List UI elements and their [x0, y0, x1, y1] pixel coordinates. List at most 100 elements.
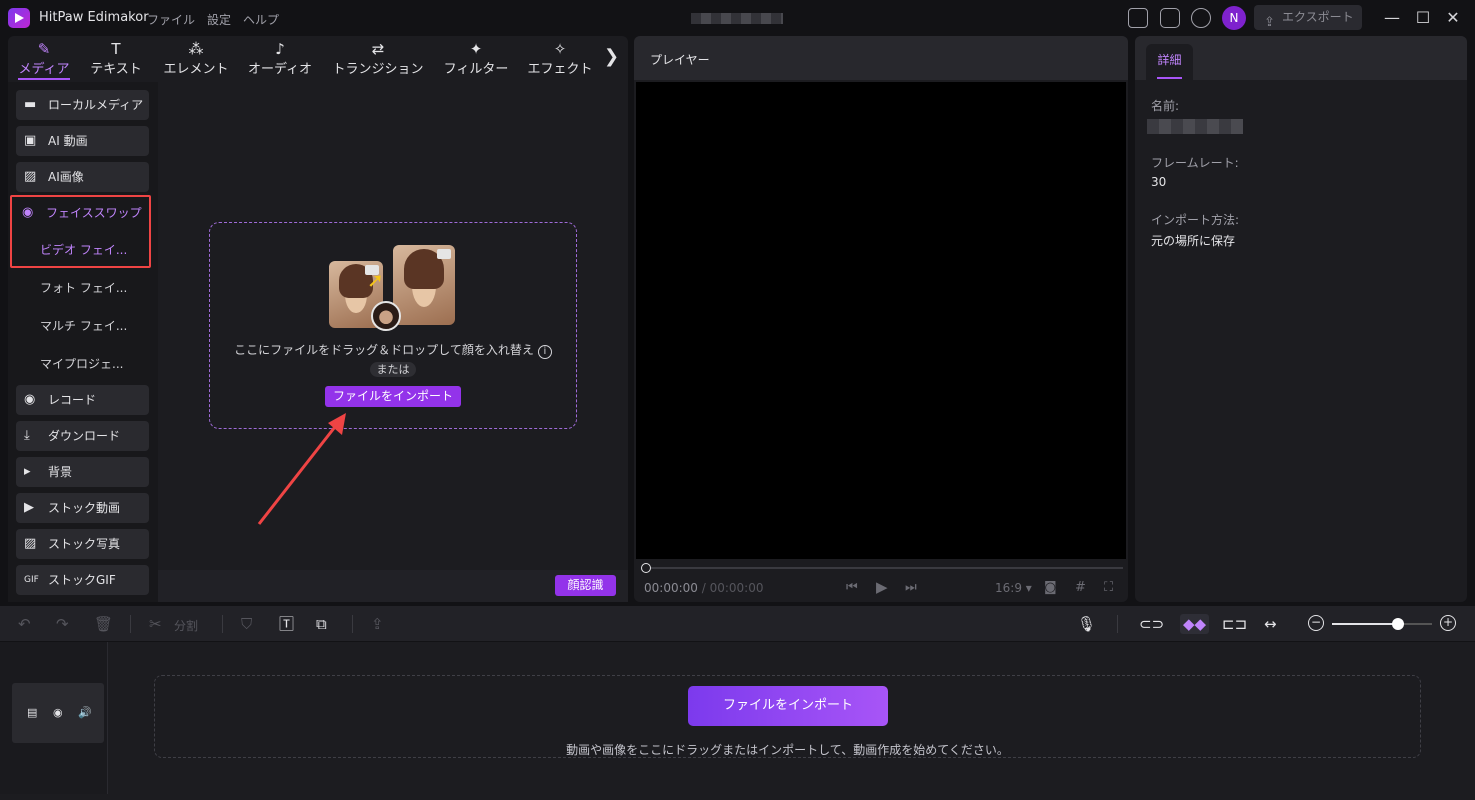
sidebar-item-label: ストック動画: [48, 501, 121, 515]
app-name: HitPaw Edimakor: [39, 10, 149, 25]
link-icon[interactable]: ⊂⊃: [1139, 614, 1164, 634]
time-display: 00:00:00 / 00:00:00: [644, 581, 764, 595]
framerate-value: 30: [1151, 175, 1167, 189]
playback-scrubber[interactable]: [645, 567, 1123, 569]
sidebar-item-ai-image[interactable]: ▨ AI画像: [16, 162, 149, 192]
name-label: 名前:: [1151, 99, 1180, 113]
sidebar-item-ai-video[interactable]: ▣ AI 動画: [16, 126, 149, 156]
face-recognition-button[interactable]: 顔認識: [555, 575, 616, 596]
chevron-right-icon[interactable]: ❯: [604, 46, 619, 67]
split-label[interactable]: 分割: [174, 617, 198, 634]
effect-icon: ✧: [553, 40, 567, 58]
speaker-icon[interactable]: 🔊: [78, 706, 92, 719]
toolbar-divider: [352, 615, 353, 633]
sidebar-item-label: 背景: [48, 465, 73, 479]
tab-audio[interactable]: ♪ オーディオ: [244, 36, 316, 82]
undo-icon[interactable]: ↶: [18, 614, 31, 634]
framerate-label: フレームレート:: [1151, 156, 1239, 170]
step-back-icon[interactable]: ⏮: [846, 580, 858, 595]
audio-icon: ♪: [275, 40, 285, 58]
export-label: エクスポート: [1282, 10, 1354, 24]
sidebar-item-label: ストックGIF: [48, 573, 116, 587]
sidebar-item-download[interactable]: ⤓ ダウンロード: [16, 421, 149, 451]
fullscreen-icon[interactable]: ⛶: [1104, 580, 1113, 595]
import-file-button[interactable]: ファイルをインポート: [325, 386, 461, 407]
play-icon[interactable]: ▶: [876, 578, 888, 596]
sidebar-item-label: レコード: [48, 393, 97, 407]
text-box-icon[interactable]: 🅃: [279, 614, 294, 634]
shield-icon[interactable]: ⛉: [241, 614, 252, 634]
maximize-icon[interactable]: ☐: [1413, 8, 1433, 28]
tab-elements[interactable]: ⁂ エレメント: [160, 36, 232, 82]
sidebar-item-background[interactable]: ▸ 背景: [16, 457, 149, 487]
toolbar-divider: [1117, 615, 1118, 633]
stock-video-icon: ▶: [24, 500, 34, 515]
scrubber-handle[interactable]: [641, 563, 651, 573]
highlight-box: [10, 195, 151, 268]
layout-icon[interactable]: [1128, 8, 1148, 28]
zoom-slider-handle[interactable]: [1392, 618, 1404, 630]
tab-text[interactable]: T テキスト: [88, 36, 144, 82]
tab-filter[interactable]: ✦ フィルター: [440, 36, 512, 82]
video-icon: [365, 265, 379, 275]
eye-icon[interactable]: ◉: [53, 706, 63, 719]
feedback-icon[interactable]: [1160, 8, 1180, 28]
sidebar-item-local-media[interactable]: ▬ ローカルメディア: [16, 90, 149, 120]
tab-transition[interactable]: ⇄ トランジション: [330, 36, 426, 82]
tab-elements-label: エレメント: [163, 62, 229, 77]
aspect-ratio-select[interactable]: 16:9 ▾: [995, 581, 1032, 595]
sidebar-item-stock-photo[interactable]: ▨ ストック写真: [16, 529, 149, 559]
sidebar-subitem-my-project[interactable]: マイプロジェ...: [40, 349, 123, 379]
tab-media-label: メディア: [18, 62, 70, 77]
delete-icon[interactable]: 🗑: [94, 614, 113, 634]
tab-effect[interactable]: ✧ エフェクト: [524, 36, 596, 82]
grid-icon[interactable]: #: [1075, 580, 1086, 595]
player-screen[interactable]: [636, 82, 1126, 559]
sidebar-item-record[interactable]: ◉ レコード: [16, 385, 149, 415]
zoom-in-icon[interactable]: +: [1440, 615, 1456, 631]
film-icon[interactable]: ▤: [27, 706, 37, 719]
media-icon: ✎: [37, 40, 51, 58]
sidebar-item-stock-gif[interactable]: GIF ストックGIF: [16, 565, 149, 595]
video-icon: [437, 249, 451, 259]
upload-icon: ⇪: [1264, 15, 1275, 30]
snapshot-icon[interactable]: ◙: [1044, 580, 1057, 595]
toolbar-divider: [222, 615, 223, 633]
avatar[interactable]: N: [1222, 6, 1246, 30]
tab-details[interactable]: 詳細: [1146, 44, 1193, 80]
download-icon[interactable]: [1191, 8, 1211, 28]
menu-settings[interactable]: 設定: [207, 11, 231, 28]
import-method-label: インポート方法:: [1151, 213, 1240, 227]
download-icon: ⤓: [24, 428, 30, 443]
ai-video-icon: ▣: [24, 133, 37, 148]
sidebar-subitem-photo-face[interactable]: フォト フェイ...: [40, 273, 127, 303]
minimize-icon[interactable]: —: [1382, 8, 1402, 28]
cut-clip-icon[interactable]: ⧉: [316, 614, 327, 634]
aspect-ratio-value: 16:9: [995, 581, 1022, 595]
media-sidebar: [8, 82, 158, 602]
scissors-icon[interactable]: ✂: [149, 614, 162, 634]
timeline-import-button[interactable]: ファイルをインポート: [688, 686, 888, 726]
name-value-blurred: [1147, 119, 1243, 134]
redo-icon[interactable]: ↷: [56, 614, 69, 634]
sidebar-item-stock-video[interactable]: ▶ ストック動画: [16, 493, 149, 523]
info-icon[interactable]: i: [537, 345, 552, 359]
export-clip-icon[interactable]: ⇪: [371, 614, 384, 634]
zoom-slider-fill: [1332, 623, 1398, 625]
export-button[interactable]: ⇪ エクスポート: [1254, 5, 1362, 30]
fit-width-icon[interactable]: ↔: [1264, 614, 1277, 634]
dropzone-text: ここにファイルをドラッグ＆ドロップして顔を入れ替え: [234, 343, 534, 357]
menu-help[interactable]: ヘルプ: [243, 11, 279, 28]
menu-file[interactable]: ファイル: [147, 11, 195, 28]
microphone-icon[interactable]: 🎙: [1077, 614, 1096, 634]
ai-image-icon: ▨: [24, 169, 37, 184]
import-method-value: 元の場所に保存: [1151, 234, 1236, 248]
magnet-icon[interactable]: ◆◆: [1180, 614, 1210, 634]
split-track-icon[interactable]: ⊏⊐: [1222, 614, 1247, 634]
active-tab-underline: [18, 78, 70, 80]
step-forward-icon[interactable]: ⏭: [905, 580, 917, 595]
sidebar-subitem-multi-face[interactable]: マルチ フェイ...: [40, 311, 127, 341]
tab-media[interactable]: ✎ メディア: [16, 36, 72, 82]
zoom-out-icon[interactable]: −: [1308, 615, 1324, 631]
close-icon[interactable]: ✕: [1443, 8, 1463, 28]
